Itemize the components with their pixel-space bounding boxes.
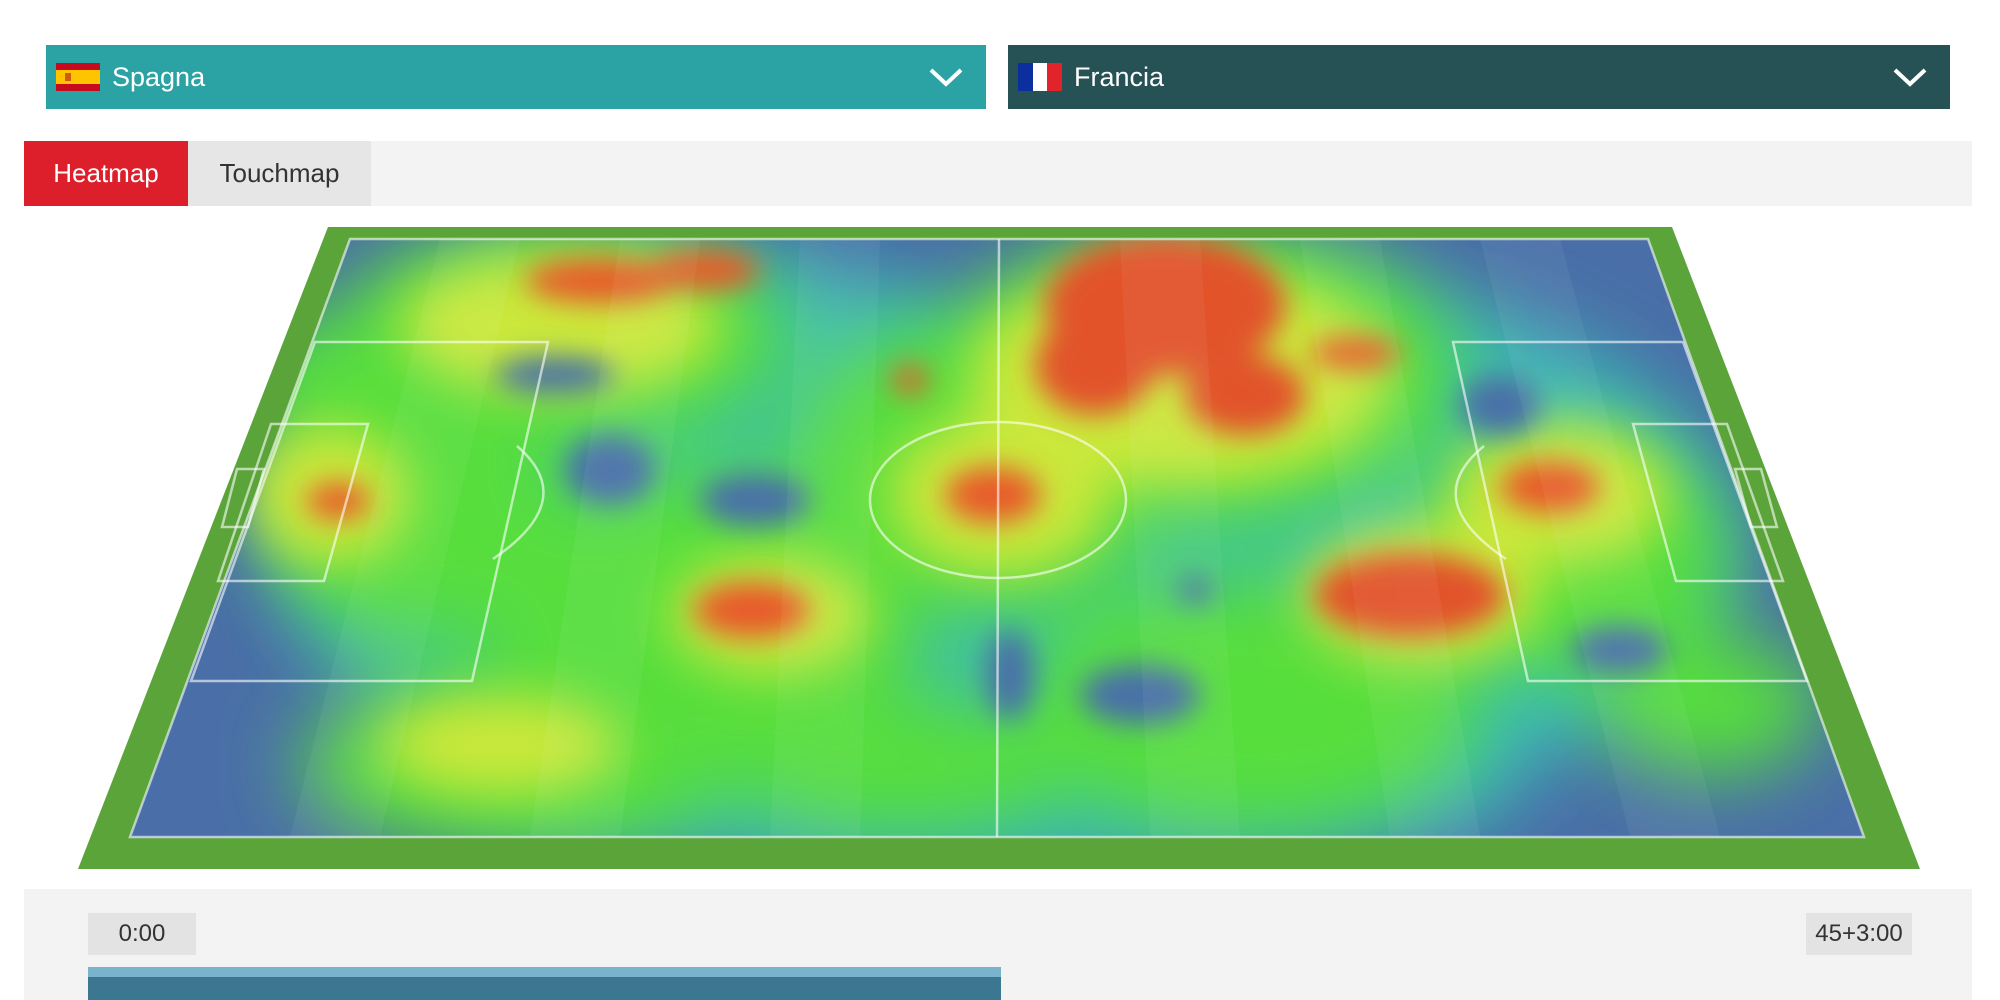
time-end-label: 45+3:00	[1806, 913, 1912, 955]
heatmap-pitch	[0, 225, 2000, 875]
tab-heatmap[interactable]: Heatmap	[24, 141, 188, 206]
spain-flag-icon	[56, 63, 100, 91]
timeline-panel: 0:00 45+3:00	[24, 889, 1972, 1000]
time-progress-fill[interactable]	[88, 967, 1001, 1000]
pitch-svg	[78, 227, 1920, 869]
chevron-down-icon	[929, 68, 963, 87]
chevron-down-icon	[1893, 68, 1927, 87]
tab-touchmap[interactable]: Touchmap	[188, 141, 371, 206]
team-name-right: Francia	[1074, 61, 1165, 92]
time-progress-bar	[88, 977, 1001, 1000]
time-slider[interactable]	[88, 967, 1913, 1000]
team-name-left: Spagna	[112, 61, 206, 92]
team-select-left[interactable]: Spagna	[46, 45, 986, 109]
france-flag-icon	[1018, 63, 1062, 91]
view-tabs: Heatmap Touchmap	[24, 141, 1972, 206]
team-select-right[interactable]: Francia	[1008, 45, 1950, 109]
time-start-label: 0:00	[88, 913, 196, 955]
